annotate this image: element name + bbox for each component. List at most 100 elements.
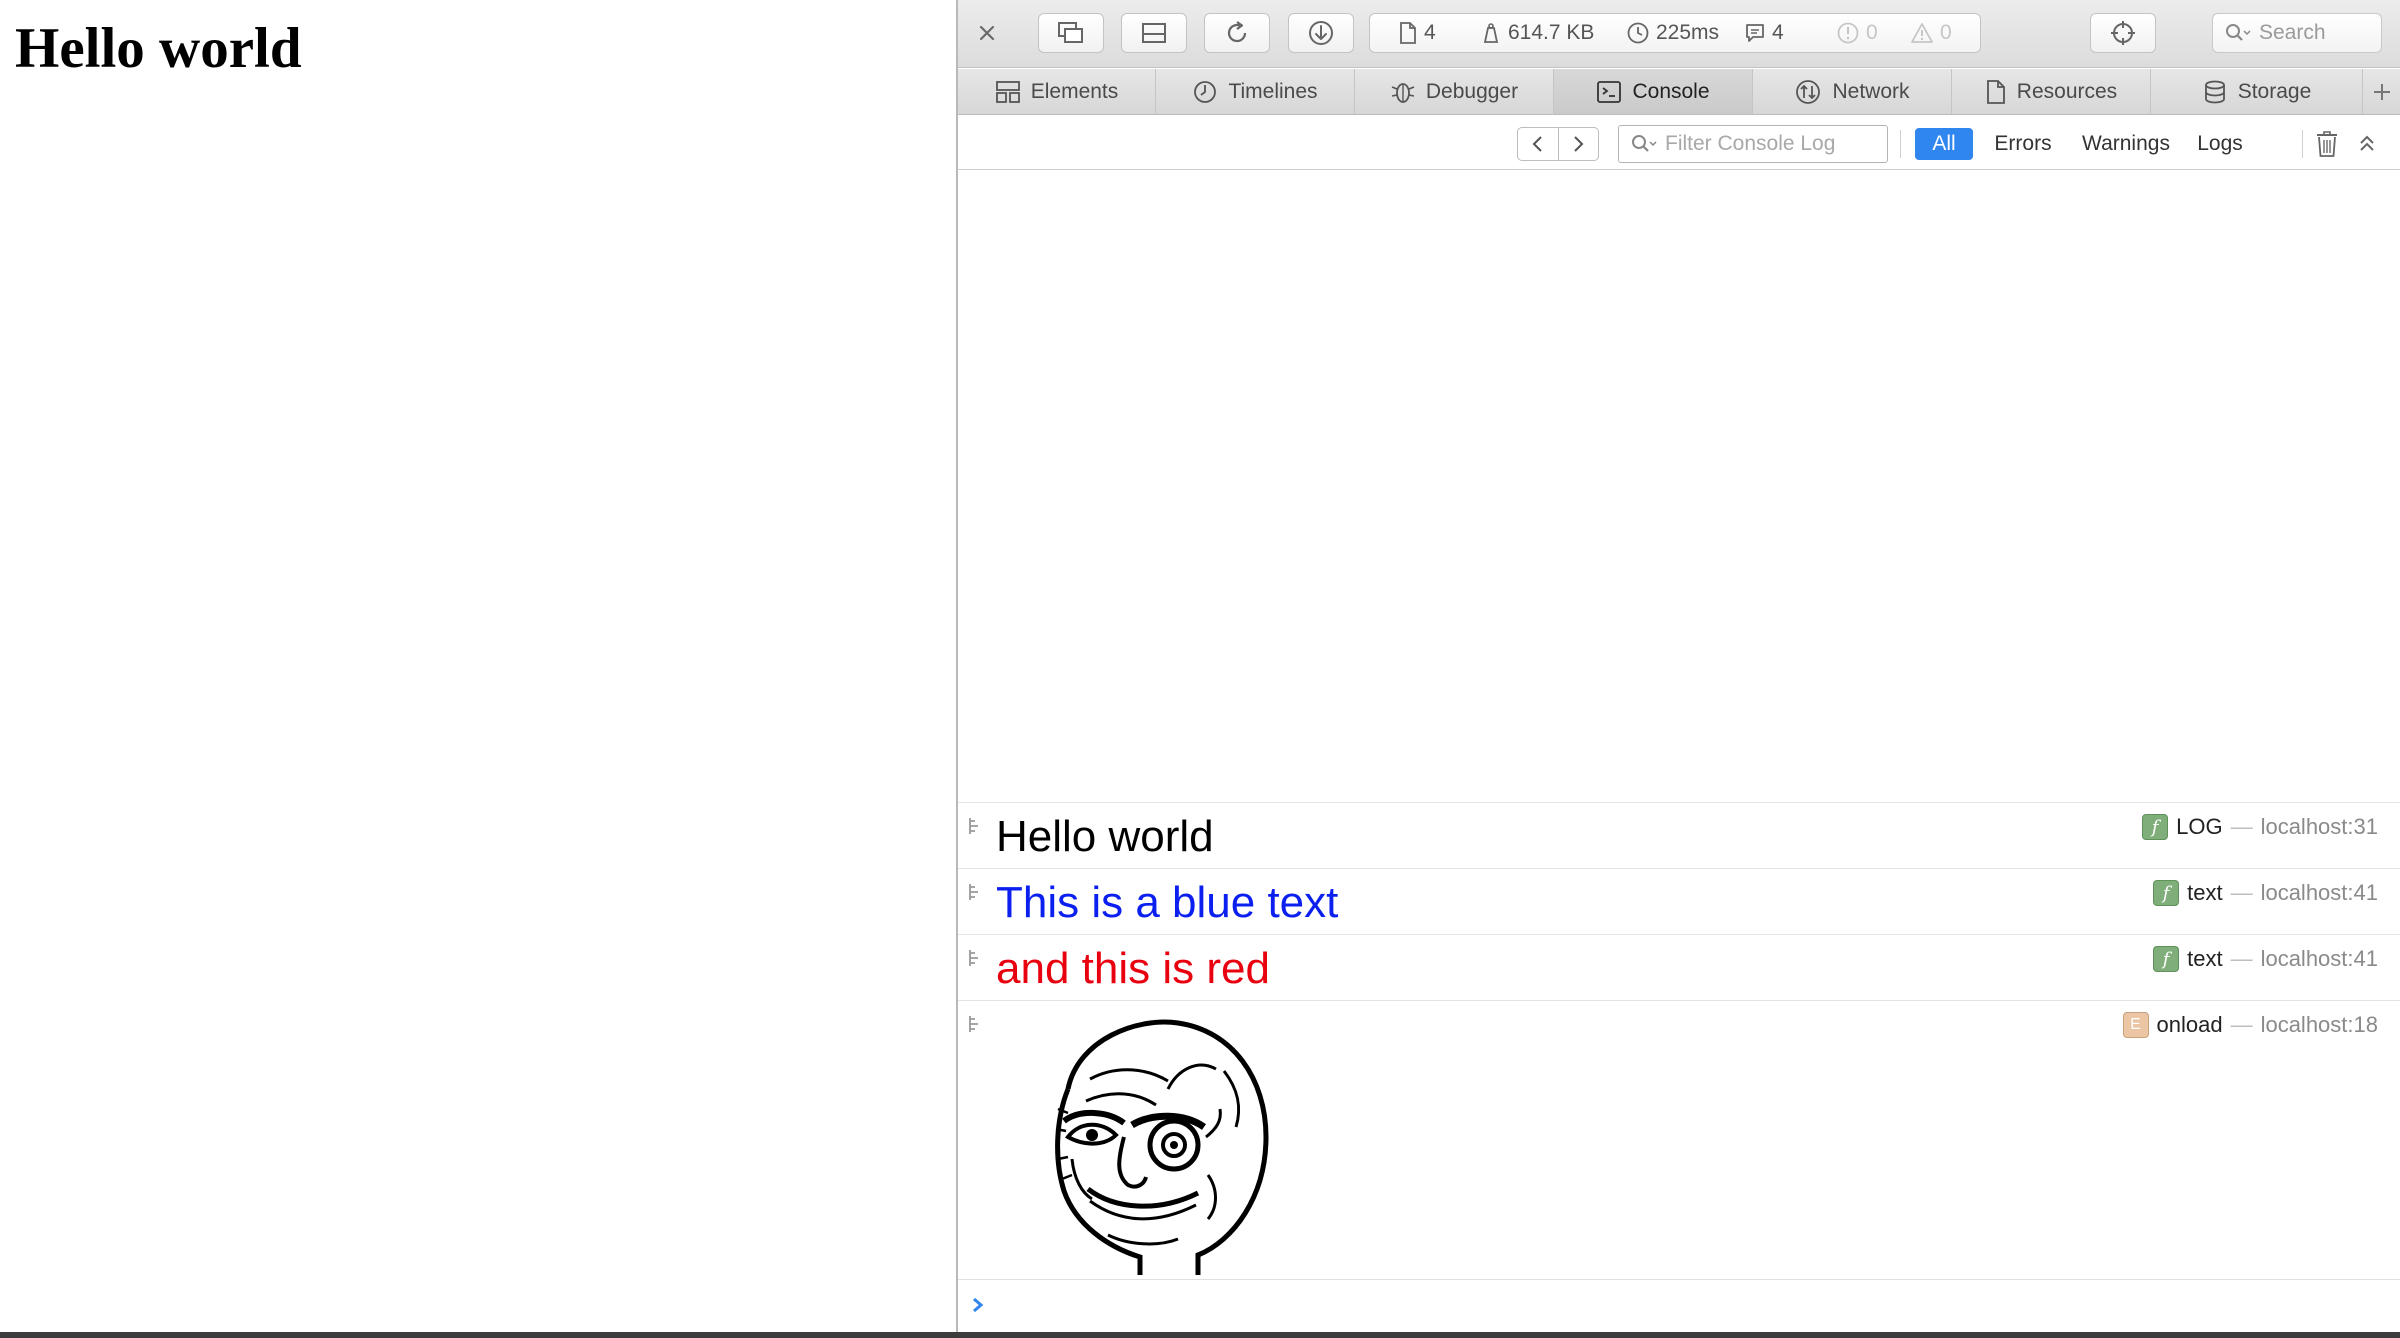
tab-console[interactable]: Console: [1554, 69, 1753, 114]
tab-storage[interactable]: Storage: [2151, 69, 2363, 114]
search-icon: [1632, 135, 1657, 152]
console-message[interactable]: and this is red f text — localhost:41: [958, 934, 2400, 1000]
web-inspector: 4 614.7 KB 225ms 4 0 0 Search Elements T…: [958, 0, 2400, 1332]
storage-icon: [2204, 80, 2225, 103]
resource-count-stat[interactable]: 4: [1398, 14, 1436, 52]
close-icon: [979, 25, 995, 41]
elements-icon: [995, 80, 1020, 103]
tab-network[interactable]: Network: [1753, 69, 1952, 114]
filter-warnings-button[interactable]: Warnings: [2076, 128, 2176, 160]
console-message[interactable]: Hello world f LOG — localhost:31: [958, 802, 2400, 868]
resource-size-stat[interactable]: 614.7 KB: [1480, 14, 1594, 52]
resource-size: 614.7 KB: [1508, 21, 1595, 44]
tab-label: Timelines: [1228, 79, 1318, 103]
tab-timelines[interactable]: Timelines: [1156, 69, 1355, 114]
console-message[interactable]: This is a blue text f text — localhost:4…: [958, 868, 2400, 934]
undock-window-icon: [1058, 22, 1083, 43]
tab-label: Elements: [1030, 79, 1119, 103]
inspect-element-button[interactable]: [2090, 13, 2156, 53]
warning-count: 0: [1940, 21, 1952, 44]
console-icon: [1597, 80, 1622, 103]
resources-icon: [1986, 79, 2005, 104]
source-separator: —: [2230, 946, 2253, 971]
filter-errors-button[interactable]: Errors: [1988, 128, 2058, 160]
message-source[interactable]: f text — localhost:41: [2153, 943, 2378, 975]
next-message-button[interactable]: [1559, 128, 1599, 160]
page-heading: Hello world: [15, 17, 302, 80]
filter-all-button[interactable]: All: [1915, 128, 1973, 160]
filter-placeholder: Filter Console Log: [1665, 132, 1836, 155]
console-filter-bar: Filter Console Log All Errors Warnings L…: [958, 116, 2400, 170]
log-message-icon: [969, 1016, 978, 1032]
console-prompt[interactable]: [958, 1279, 2400, 1332]
error-icon: [1837, 22, 1859, 44]
search-icon: [2226, 24, 2251, 41]
debugger-icon: [1391, 82, 1415, 103]
filter-logs-button[interactable]: Logs: [2190, 128, 2250, 160]
download-archive-button[interactable]: [1288, 13, 1354, 53]
close-inspector-button[interactable]: [972, 18, 1002, 48]
reload-button[interactable]: [1204, 13, 1270, 53]
page-viewport: Hello world: [0, 0, 956, 1332]
source-separator: —: [2230, 814, 2253, 839]
warning-icon: [1911, 23, 1933, 43]
tab-label: Console: [1632, 79, 1710, 103]
chevron-right-icon: [1574, 136, 1584, 152]
function-badge-icon: f: [2142, 814, 2169, 840]
message-source[interactable]: f text — localhost:41: [2153, 877, 2378, 909]
message-source[interactable]: E onload — localhost:18: [2122, 1009, 2378, 1041]
tab-resources[interactable]: Resources: [1952, 69, 2151, 114]
tab-label: Resources: [2016, 79, 2118, 103]
load-time-stat[interactable]: 225ms: [1626, 14, 1719, 52]
log-message-icon: [969, 818, 978, 834]
log-count: 4: [1772, 21, 1784, 44]
tab-label: Debugger: [1425, 79, 1519, 103]
rage-face-image: [1055, 1019, 1269, 1275]
event-badge-icon: E: [2122, 1012, 2149, 1038]
warning-count-stat[interactable]: 0: [1910, 14, 1952, 52]
prompt-chevron-icon: [973, 1297, 984, 1313]
tab-elements[interactable]: Elements: [958, 69, 1156, 114]
reload-icon: [1227, 21, 1247, 43]
log-count-stat[interactable]: 4: [1744, 14, 1784, 52]
source-separator: —: [2230, 1012, 2253, 1037]
previous-message-button[interactable]: [1518, 128, 1559, 160]
double-chevron-up-icon: [2360, 135, 2374, 151]
log-message-icon: [969, 884, 978, 900]
message-source[interactable]: f LOG — localhost:31: [2142, 811, 2378, 843]
console-filter-input[interactable]: Filter Console Log: [1618, 125, 1888, 163]
window-bottom-edge: [0, 1332, 2400, 1338]
inspector-toolbar: 4 614.7 KB 225ms 4 0 0 Search: [958, 0, 2400, 68]
source-location-link[interactable]: localhost:41: [2261, 946, 2378, 972]
inspector-search-field[interactable]: Search: [2212, 13, 2382, 53]
separator: [1900, 130, 1901, 158]
resource-count: 4: [1424, 21, 1436, 44]
tab-label: Storage: [2237, 79, 2312, 103]
dock-bottom-icon: [1142, 23, 1166, 43]
network-icon: [1796, 79, 1821, 104]
collapse-console-button[interactable]: [2350, 128, 2384, 160]
console-message[interactable]: E onload — localhost:18: [958, 1000, 2400, 1279]
separator: [2302, 130, 2303, 158]
console-log-area: Hello world f LOG — localhost:31 This is…: [958, 171, 2400, 1332]
message-text: and this is red: [996, 944, 1270, 993]
undock-button[interactable]: [1038, 13, 1104, 53]
source-location-link[interactable]: localhost:31: [2261, 814, 2378, 840]
load-time: 225ms: [1656, 21, 1720, 44]
clear-console-button[interactable]: [2310, 128, 2344, 160]
message-text: This is a blue text: [996, 878, 1339, 927]
dock-bottom-button[interactable]: [1121, 13, 1187, 53]
document-icon: [1400, 22, 1416, 44]
trash-icon: [2317, 131, 2337, 157]
page-stats-bar: 4 614.7 KB 225ms 4 0 0: [1369, 13, 1981, 53]
source-location-link[interactable]: localhost:41: [2261, 880, 2378, 906]
function-badge-icon: f: [2153, 946, 2180, 972]
source-separator: —: [2230, 880, 2253, 905]
download-icon: [1309, 21, 1333, 45]
error-count-stat[interactable]: 0: [1836, 14, 1878, 52]
chevron-left-icon: [1532, 136, 1542, 152]
add-tab-button[interactable]: [2363, 69, 2400, 114]
tab-debugger[interactable]: Debugger: [1355, 69, 1554, 114]
source-location-link[interactable]: localhost:18: [2261, 1012, 2378, 1038]
function-badge-icon: f: [2153, 880, 2180, 906]
